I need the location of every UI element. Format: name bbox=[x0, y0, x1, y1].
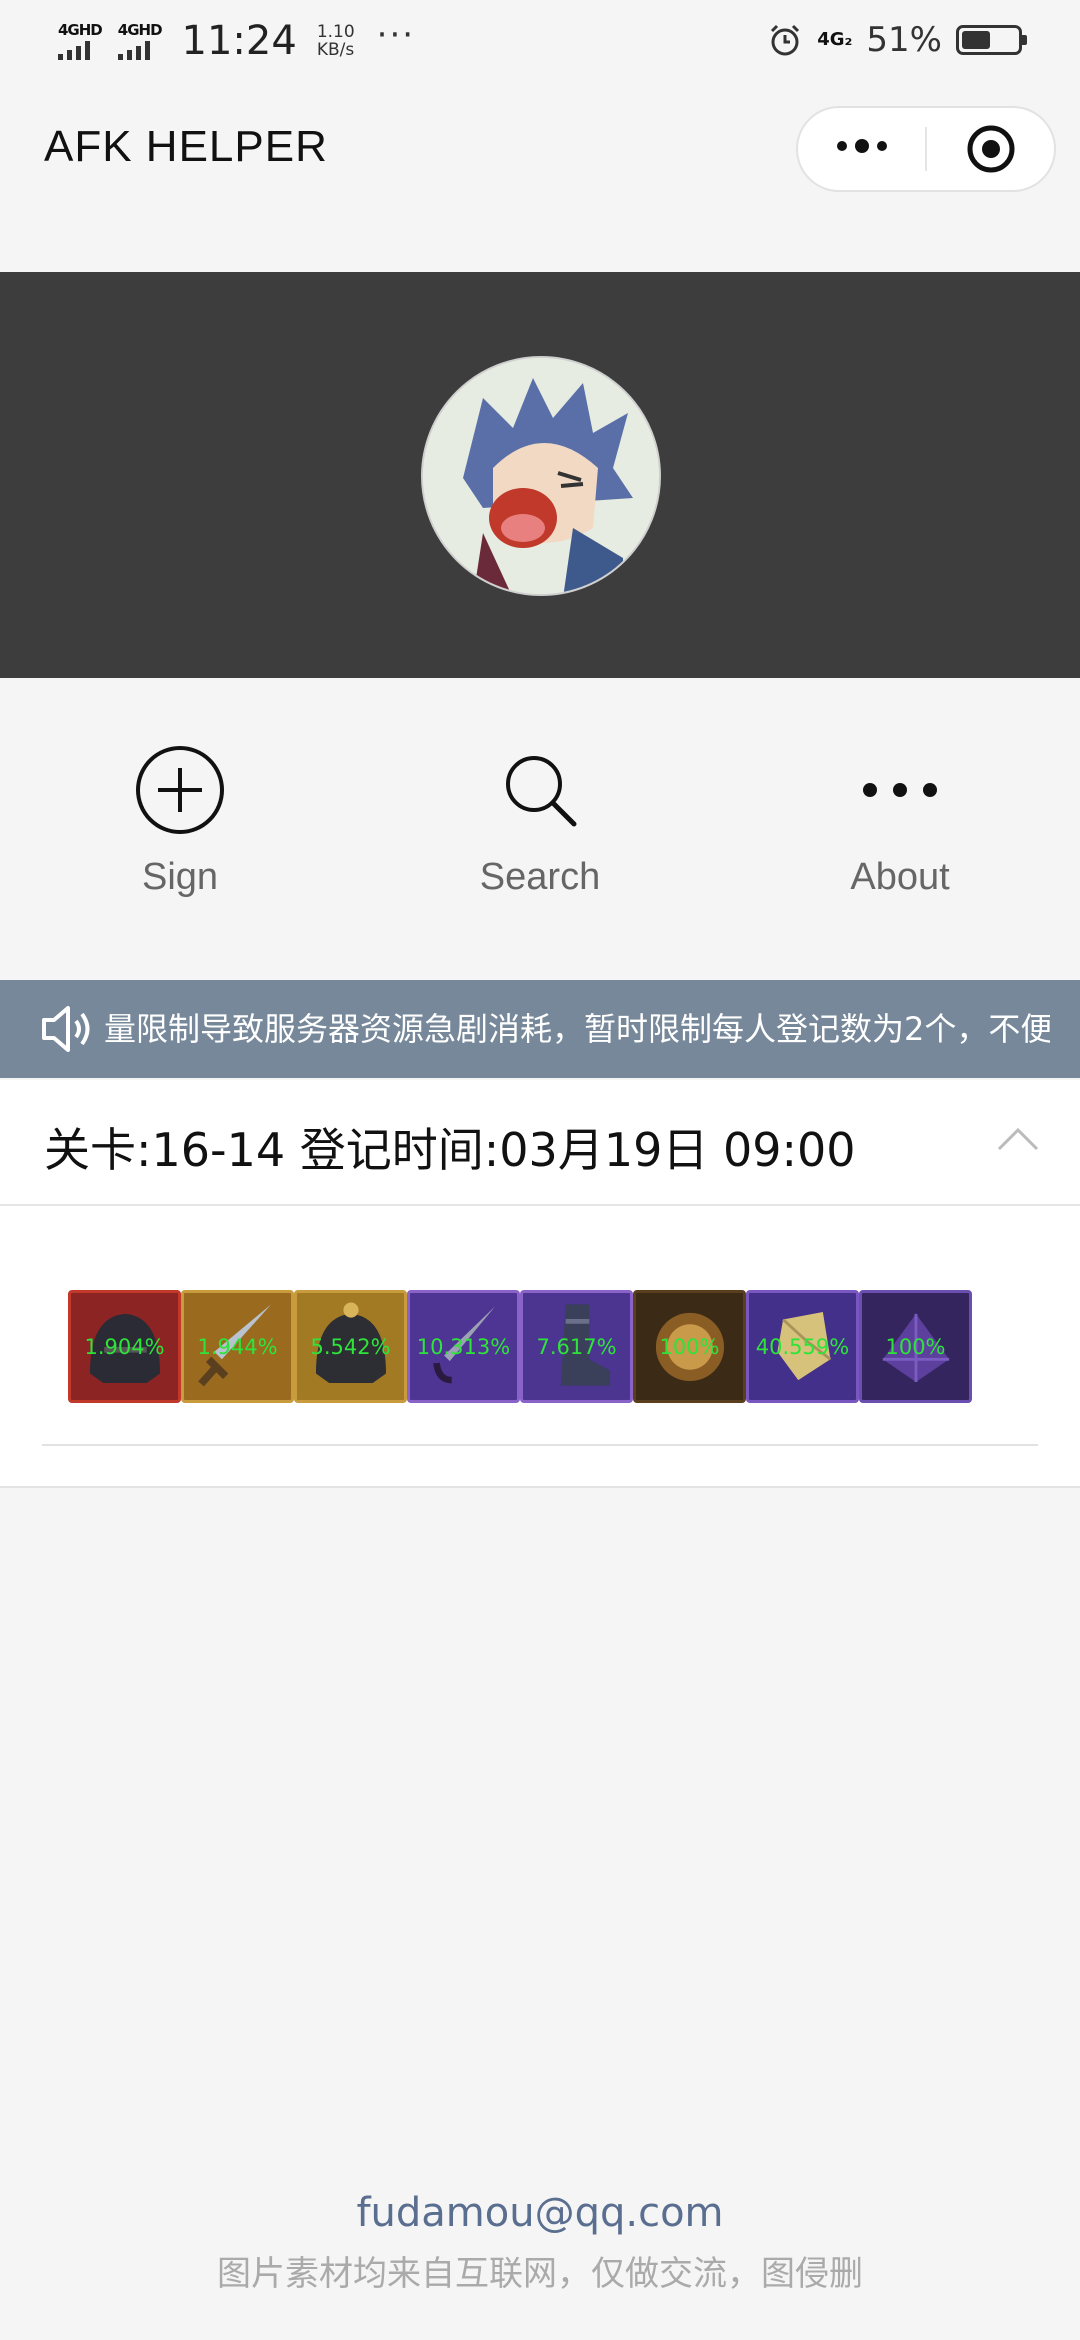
nav-about-label: About bbox=[850, 856, 950, 898]
page-title: AFK HELPER bbox=[44, 122, 328, 171]
nav-search[interactable]: Search bbox=[420, 742, 660, 899]
contact-email[interactable]: fudamou@qq.com bbox=[0, 2190, 1080, 2236]
drop-item[interactable]: 100% bbox=[859, 1290, 972, 1403]
drop-percent: 5.542% bbox=[310, 1335, 391, 1359]
drop-percent: 100% bbox=[659, 1335, 720, 1359]
status-right: 4G₂ 51% bbox=[767, 20, 1027, 60]
copyright-note: 图片素材均来自互联网，仅做交流，图侵删 bbox=[217, 2254, 863, 2294]
drop-item[interactable]: 100% bbox=[633, 1290, 746, 1403]
drop-percent: 1.944% bbox=[197, 1335, 278, 1359]
item-divider bbox=[42, 1444, 1038, 1446]
drop-percent: 10.313% bbox=[416, 1335, 511, 1359]
item-drop-list: 1.904% 1.944% 5.542% 10.313% 7.617% 100%… bbox=[68, 1290, 972, 1403]
drop-item[interactable]: 1.904% bbox=[68, 1290, 181, 1403]
notice-text: 量限制导致服务器资源急剧消耗，暂时限制每人登记数为2个，不便 bbox=[104, 1010, 1050, 1048]
drop-item[interactable]: 40.559% bbox=[746, 1290, 859, 1403]
sim2-label: 4GHD bbox=[117, 21, 163, 39]
chevron-up-icon[interactable] bbox=[996, 1124, 1040, 1152]
sim1-signal-icon: 4GHD bbox=[58, 21, 103, 60]
network-type-label: 4G₂ bbox=[817, 29, 853, 50]
status-more-icon: ··· bbox=[376, 15, 416, 55]
status-left: 4GHD 4GHD 11:24 1.10 KB/s ··· bbox=[58, 15, 416, 64]
drop-percent: 100% bbox=[885, 1335, 946, 1359]
more-dots-icon bbox=[863, 783, 937, 797]
level-header[interactable]: 关卡:16-14 登记时间:03月19日 09:00 bbox=[0, 1080, 1080, 1206]
close-button[interactable] bbox=[927, 123, 1054, 175]
battery-fill bbox=[962, 31, 990, 49]
profile-banner bbox=[0, 272, 1080, 678]
nav-about[interactable]: About bbox=[780, 742, 1020, 899]
battery-percent: 51% bbox=[866, 20, 942, 60]
drop-item[interactable]: 7.617% bbox=[520, 1290, 633, 1403]
sim2-signal-icon: 4GHD bbox=[117, 21, 163, 60]
quick-nav: Sign Search About bbox=[0, 678, 1080, 978]
drop-item[interactable]: 5.542% bbox=[294, 1290, 407, 1403]
network-speed: 1.10 KB/s bbox=[317, 23, 355, 59]
network-speed-unit: KB/s bbox=[316, 40, 355, 60]
alarm-icon bbox=[771, 24, 800, 56]
level-title: 关卡:16-14 登记时间:03月19日 09:00 bbox=[44, 1123, 856, 1177]
battery-icon bbox=[956, 25, 1027, 55]
drop-percent: 40.559% bbox=[755, 1335, 850, 1359]
drop-item[interactable]: 10.313% bbox=[407, 1290, 520, 1403]
sim1-label: 4GHD bbox=[58, 21, 103, 39]
target-close-icon bbox=[967, 125, 1014, 173]
status-bar: 4GHD 4GHD 11:24 1.10 KB/s ··· 4G₂ 51% bbox=[0, 0, 1080, 84]
drop-item[interactable]: 1.944% bbox=[181, 1290, 294, 1403]
anime-character-avatar bbox=[423, 358, 659, 594]
more-dots-icon bbox=[836, 138, 887, 153]
nav-search-label: Search bbox=[479, 856, 601, 898]
mini-program-capsule bbox=[796, 106, 1056, 192]
more-button[interactable] bbox=[798, 118, 925, 163]
network-speed-value: 1.10 bbox=[316, 22, 355, 42]
avatar[interactable] bbox=[421, 356, 661, 596]
nav-sign-label: Sign bbox=[141, 856, 219, 898]
speaker-icon bbox=[42, 1006, 90, 1052]
drop-percent: 7.617% bbox=[536, 1335, 617, 1359]
level-card: 关卡:16-14 登记时间:03月19日 09:00 1.904% 1.944% bbox=[0, 1080, 1080, 1488]
clock-time: 11:24 bbox=[181, 18, 297, 64]
nav-sign[interactable]: Sign bbox=[60, 742, 300, 899]
drop-percent: 1.904% bbox=[84, 1335, 165, 1359]
search-icon bbox=[506, 756, 577, 827]
notice-bar: 量限制导致服务器资源急剧消耗，暂时限制每人登记数为2个，不便 bbox=[0, 980, 1080, 1078]
plus-circle-icon bbox=[136, 746, 224, 834]
